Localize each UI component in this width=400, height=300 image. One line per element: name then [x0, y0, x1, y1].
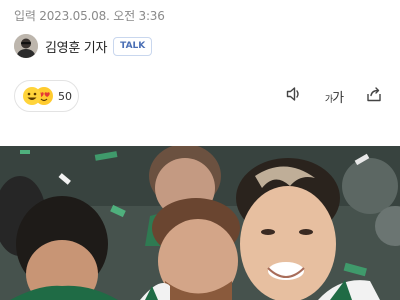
article-timestamp: 입력 2023.05.08. 오전 3:36	[14, 9, 165, 23]
font-size-button[interactable]: 가가	[321, 86, 347, 106]
byline: 김영훈 기자 TALK	[14, 34, 153, 58]
reaction-count: 50	[58, 89, 72, 103]
reporter-avatar[interactable]	[14, 34, 38, 58]
font-size-label: 가가	[324, 90, 344, 106]
share-button[interactable]	[364, 86, 384, 106]
speaker-icon	[285, 85, 303, 107]
article-photo	[0, 146, 400, 300]
text-to-speech-button[interactable]	[284, 86, 304, 106]
share-icon	[365, 85, 383, 107]
reporter-name[interactable]: 김영훈 기자	[45, 37, 107, 56]
smile-emoji-icon	[23, 87, 41, 105]
talk-badge[interactable]: TALK	[113, 36, 153, 56]
reaction-button[interactable]: 50	[14, 80, 79, 112]
